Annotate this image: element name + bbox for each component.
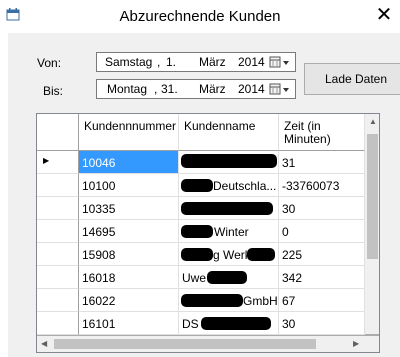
load-data-button[interactable]: Lade Daten — [304, 63, 400, 95]
column-header-kundennummer[interactable]: Kundennnummer — [79, 114, 179, 151]
from-month[interactable]: März — [199, 55, 226, 69]
from-label: Von: — [37, 56, 62, 70]
from-date-picker[interactable]: Samstag , 1. März 2014 — [96, 52, 296, 72]
close-button[interactable]: ✕ — [368, 4, 400, 28]
redaction-mark — [207, 271, 247, 284]
to-month[interactable]: März — [199, 82, 226, 96]
scroll-arrow-icon[interactable]: ▶ — [353, 339, 359, 348]
table-cell-name[interactable]: Uwe — [179, 266, 279, 289]
row-header[interactable]: ▶ — [37, 151, 79, 174]
to-separator: , — [154, 82, 158, 96]
to-day[interactable]: 31. — [161, 82, 178, 96]
row-header[interactable] — [37, 220, 79, 243]
redaction-mark — [181, 225, 213, 238]
row-header[interactable] — [37, 174, 79, 197]
row-indicator-icon: ▶ — [43, 156, 50, 165]
row-header[interactable] — [37, 289, 79, 312]
table-cell-name[interactable] — [179, 197, 279, 220]
table-cell-nummer[interactable]: 16018 — [79, 266, 179, 289]
table-cell-zeit[interactable]: 342 — [279, 266, 365, 289]
horizontal-scrollbar[interactable]: ◀ ▶ — [37, 336, 365, 352]
table-cell-name[interactable] — [179, 151, 279, 174]
from-day[interactable]: 1. — [166, 55, 176, 69]
redaction-mark — [181, 179, 213, 192]
horizontal-scroll-thumb[interactable] — [54, 339, 316, 349]
vertical-scroll-thumb[interactable] — [367, 134, 378, 259]
customer-grid[interactable]: Kundennnummer Kundenname Zeit (in Minute… — [36, 113, 380, 353]
title-bar: Abzurechnende Kunden ✕ — [0, 0, 400, 33]
table-cell-nummer[interactable]: 14695 — [79, 220, 179, 243]
redaction-mark — [247, 248, 275, 261]
calendar-dropdown-icon[interactable] — [269, 55, 291, 70]
redaction-mark — [181, 202, 273, 215]
table-cell-nummer[interactable]: 15908 — [79, 243, 179, 266]
row-header[interactable] — [37, 197, 79, 220]
table-cell-name[interactable]: g Werk — [179, 243, 279, 266]
row-header[interactable] — [37, 266, 79, 289]
table-cell-name[interactable]: Deutschla... — [179, 174, 279, 197]
table-cell-zeit[interactable]: 67 — [279, 289, 365, 312]
row-header[interactable] — [37, 312, 79, 335]
redaction-mark — [181, 154, 277, 168]
table-cell-nummer[interactable]: 16101 — [79, 312, 179, 335]
column-header-kundenname[interactable]: Kundenname — [179, 114, 279, 151]
to-date-picker[interactable]: Montag , 31. März 2014 — [96, 79, 296, 99]
column-header-zeit[interactable]: Zeit (in Minuten) — [279, 114, 365, 151]
vertical-scrollbar[interactable]: ▲ — [365, 114, 379, 334]
scroll-arrow-icon[interactable]: ▲ — [369, 117, 377, 126]
to-year[interactable]: 2014 — [238, 82, 265, 96]
grid-corner-header — [37, 114, 79, 151]
window: Abzurechnende Kunden ✕ Von: Samstag , 1.… — [0, 0, 400, 357]
to-label: Bis: — [43, 84, 64, 98]
table-cell-zeit[interactable]: 30 — [279, 197, 365, 220]
table-cell-nummer[interactable]: 16022 — [79, 289, 179, 312]
table-cell-name[interactable]: DS — [179, 312, 279, 335]
table-cell-zeit[interactable]: 225 — [279, 243, 365, 266]
table-cell-zeit[interactable]: 31 — [279, 151, 365, 174]
table-cell-name[interactable]: Winter — [179, 220, 279, 243]
table-cell-zeit[interactable]: 30 — [279, 312, 365, 335]
client-area: Von: Samstag , 1. März 2014 Bis: Montag … — [8, 33, 400, 357]
redaction-mark — [201, 317, 271, 330]
from-year[interactable]: 2014 — [238, 55, 265, 69]
table-cell-nummer[interactable]: 10100 — [79, 174, 179, 197]
from-separator: , — [157, 55, 161, 69]
calendar-dropdown-icon[interactable] — [269, 82, 291, 97]
row-header[interactable] — [37, 243, 79, 266]
to-weekday[interactable]: Montag — [107, 82, 147, 96]
table-cell-zeit[interactable]: 0 — [279, 220, 365, 243]
from-weekday[interactable]: Samstag — [105, 55, 152, 69]
redaction-mark — [181, 248, 213, 261]
table-cell-zeit[interactable]: -33760073 — [279, 174, 365, 197]
table-cell-name[interactable]: GmbH — [179, 289, 279, 312]
redaction-mark — [181, 294, 243, 307]
scroll-arrow-icon[interactable]: ◀ — [41, 339, 47, 348]
scrollbar-corner — [365, 336, 379, 352]
table-cell-nummer[interactable]: 10046 — [79, 151, 179, 174]
window-title: Abzurechnende Kunden — [119, 8, 281, 25]
table-cell-nummer[interactable]: 10335 — [79, 197, 179, 220]
